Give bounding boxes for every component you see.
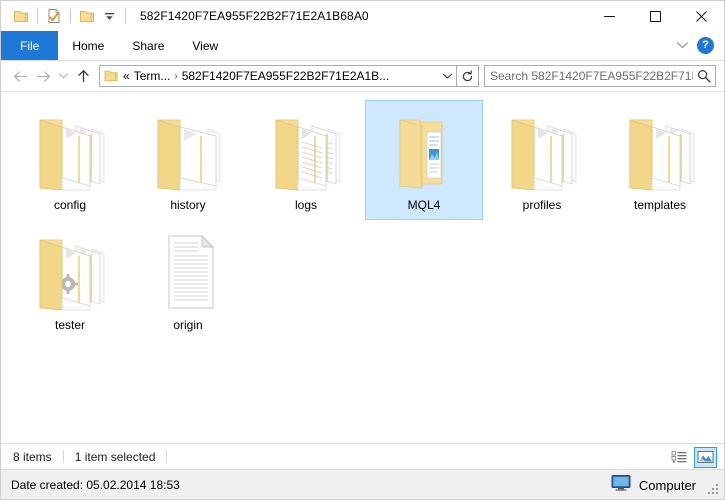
- folder-open-icon: [32, 104, 108, 192]
- breadcrumb-parent[interactable]: Term...: [130, 69, 171, 83]
- item-label: templates: [633, 198, 687, 212]
- item-label: tester: [54, 318, 85, 332]
- computer-label: Computer: [638, 477, 696, 493]
- window-title: 582F1420F7EA955F22B2F71E2A1B68A0: [140, 9, 369, 23]
- tab-share[interactable]: Share: [118, 31, 178, 60]
- large-icons-view-icon[interactable]: [694, 446, 717, 468]
- qat-separator-2: [70, 9, 71, 23]
- folder-open-icon: [150, 104, 226, 192]
- folder-closed-icon: [386, 104, 462, 192]
- details-view-icon[interactable]: [668, 447, 691, 468]
- list-item[interactable]: tester: [11, 220, 129, 340]
- breadcrumb-overflow[interactable]: «: [123, 69, 130, 83]
- help-icon[interactable]: ?: [697, 37, 714, 54]
- view-mode-buttons: [668, 444, 717, 470]
- file-list-area[interactable]: config history logs MQL4 profiles templa…: [1, 92, 724, 443]
- close-button[interactable]: [678, 1, 724, 31]
- qat-customize-dropdown[interactable]: [98, 5, 120, 27]
- status-bar: 8 items 1 item selected: [1, 443, 724, 469]
- list-item[interactable]: templates: [601, 100, 719, 220]
- list-item[interactable]: history: [129, 100, 247, 220]
- breadcrumb-dropdown-icon[interactable]: [438, 72, 456, 80]
- minimize-button[interactable]: [586, 1, 632, 31]
- computer-indicator: Computer: [610, 470, 724, 500]
- item-label: config: [53, 198, 87, 212]
- search-box[interactable]: Search 582F1420F7EA955F22B2F71E2...: [484, 65, 716, 87]
- back-button[interactable]: [9, 65, 32, 88]
- up-button[interactable]: [72, 65, 95, 88]
- folder-open-icon: [32, 224, 108, 312]
- list-item[interactable]: config: [11, 100, 129, 220]
- text-file-icon: [150, 224, 226, 312]
- item-label: origin: [173, 318, 203, 332]
- item-count-label: 8 items: [13, 449, 52, 464]
- item-label: MQL4: [407, 198, 441, 212]
- computer-icon: [610, 474, 632, 497]
- refresh-button[interactable]: [457, 65, 479, 87]
- item-label: history: [170, 198, 206, 212]
- forward-button[interactable]: [32, 65, 55, 88]
- title-bar: 582F1420F7EA955F22B2F71E2A1B68A0: [1, 1, 724, 31]
- address-bar: « Term... › 582F1420F7EA955F22B2F71E2A1B…: [1, 61, 724, 92]
- tab-file[interactable]: File: [1, 31, 59, 60]
- list-item[interactable]: origin: [129, 220, 247, 340]
- selection-count-label: 1 item selected: [74, 449, 156, 464]
- status-divider-1: [62, 450, 64, 463]
- search-icon[interactable]: [693, 69, 715, 83]
- qat-folder-icon[interactable]: [10, 5, 32, 27]
- search-input[interactable]: Search 582F1420F7EA955F22B2F71E2...: [485, 69, 693, 83]
- breadcrumb-current[interactable]: 582F1420F7EA955F22B2F71E2A1B...: [182, 69, 389, 83]
- qat-properties-icon[interactable]: [43, 5, 65, 27]
- tab-home[interactable]: Home: [58, 31, 118, 60]
- explorer-window: 582F1420F7EA955F22B2F71E2A1B68A0 File Ho…: [0, 0, 725, 500]
- folder-open-icon: [622, 104, 698, 192]
- ribbon-tab-strip: File Home Share View ?: [1, 31, 724, 61]
- folder-open-icon: [504, 104, 580, 192]
- icon-grid: config history logs MQL4 profiles templa…: [11, 100, 720, 340]
- ribbon-right-controls: ?: [676, 31, 720, 60]
- window-controls: [586, 1, 724, 31]
- date-created-label: Date created: 05.02.2014 18:53: [11, 477, 180, 492]
- recent-locations-button[interactable]: [55, 65, 72, 88]
- ribbon-collapse-chevron-icon[interactable]: [676, 37, 689, 55]
- item-label: profiles: [522, 198, 562, 212]
- list-item[interactable]: profiles: [483, 100, 601, 220]
- breadcrumb[interactable]: « Term... › 582F1420F7EA955F22B2F71E2A1B…: [99, 65, 457, 87]
- breadcrumb-separator-icon[interactable]: ›: [170, 71, 181, 82]
- item-label: logs: [294, 198, 317, 212]
- resize-grip[interactable]: [708, 484, 720, 496]
- tab-view[interactable]: View: [178, 31, 232, 60]
- qat-new-folder-icon[interactable]: [76, 5, 98, 27]
- qat-separator-3: [125, 9, 126, 23]
- breadcrumb-folder-icon: [104, 69, 119, 83]
- details-tooltip-bar: Date created: 05.02.2014 18:53 Computer: [1, 469, 724, 499]
- folder-lines-icon: [268, 104, 344, 192]
- quick-access-toolbar: [1, 1, 131, 31]
- qat-separator-1: [37, 9, 38, 23]
- maximize-button[interactable]: [632, 1, 678, 31]
- list-item[interactable]: MQL4: [365, 100, 483, 220]
- list-item[interactable]: logs: [247, 100, 365, 220]
- status-divider-2: [166, 450, 168, 463]
